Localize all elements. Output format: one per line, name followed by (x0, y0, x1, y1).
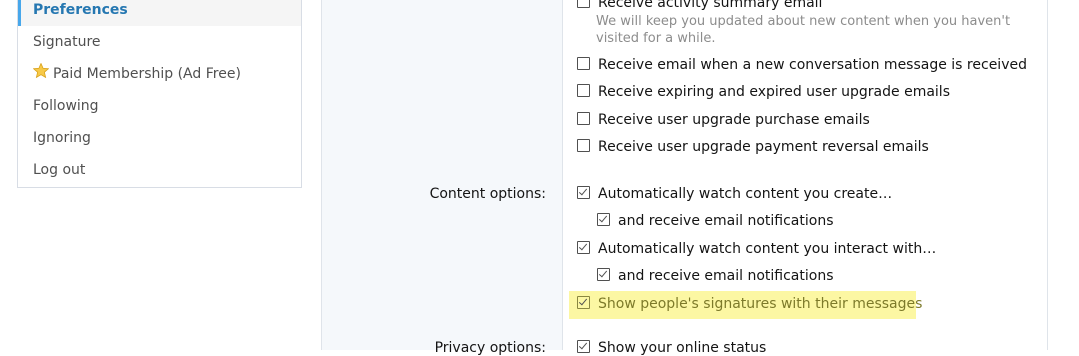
sidebar-item-label: Paid Membership (Ad Free) (53, 66, 241, 82)
sidebar-item-paid-membership[interactable]: Paid Membership (Ad Free) (18, 58, 301, 90)
watch-interact-email-checkbox[interactable]: and receive email notifications (597, 268, 833, 284)
option-label: Show your online status (598, 340, 767, 356)
sidebar-item-signature[interactable]: Signature (18, 26, 301, 58)
star-icon (32, 58, 50, 90)
option-label: Receive user upgrade purchase emails (598, 112, 870, 128)
upgrade-purchase-checkbox[interactable]: Receive user upgrade purchase emails (577, 112, 870, 128)
checkbox-icon (577, 0, 590, 8)
option-label: Receive user upgrade payment reversal em… (598, 139, 929, 155)
checkbox-icon (577, 186, 590, 199)
option-label: Receive email when a new conversation me… (598, 57, 1027, 73)
checkbox-icon (577, 57, 590, 70)
watch-create-checkbox[interactable]: Automatically watch content you create… (577, 186, 892, 202)
option-label: Receive activity summary email (598, 0, 823, 11)
option-label: Receive expiring and expired user upgrad… (598, 84, 950, 100)
watch-create-email-checkbox[interactable]: and receive email notifications (597, 213, 833, 229)
sidebar-item-preferences[interactable]: Preferences (18, 0, 301, 26)
form-right-border (1047, 0, 1048, 350)
checkbox-icon (597, 213, 610, 226)
account-sidebar: Preferences Signature Paid Membership (A… (17, 0, 302, 188)
expiring-upgrade-checkbox[interactable]: Receive expiring and expired user upgrad… (577, 84, 950, 100)
conversation-email-checkbox[interactable]: Receive email when a new conversation me… (577, 57, 1027, 73)
sidebar-item-following[interactable]: Following (18, 90, 301, 122)
activity-summary-hint: We will keep you updated about new conte… (596, 14, 1011, 46)
payment-reversal-checkbox[interactable]: Receive user upgrade payment reversal em… (577, 139, 929, 155)
checkbox-icon (577, 296, 590, 309)
checkbox-icon (577, 139, 590, 152)
checkbox-icon (577, 112, 590, 125)
content-options-label: Content options: (429, 186, 546, 202)
option-label: and receive email notifications (618, 268, 834, 284)
privacy-options-label: Privacy options: (434, 340, 546, 356)
watch-interact-checkbox[interactable]: Automatically watch content you interact… (577, 241, 936, 257)
sidebar-item-label: Log out (33, 162, 86, 178)
form-label-column (321, 0, 563, 350)
checkbox-icon (577, 84, 590, 97)
sidebar-item-log-out[interactable]: Log out (18, 154, 301, 186)
sidebar-item-label: Preferences (33, 2, 128, 18)
sidebar-item-label: Signature (33, 34, 101, 50)
checkbox-icon (577, 241, 590, 254)
option-label: and receive email notifications (618, 213, 834, 229)
option-label: Show people's signatures with their mess… (598, 296, 923, 312)
option-label: Automatically watch content you interact… (598, 241, 937, 257)
online-status-checkbox[interactable]: Show your online status (577, 340, 766, 356)
sidebar-item-ignoring[interactable]: Ignoring (18, 122, 301, 154)
sidebar-item-label: Following (33, 98, 99, 114)
sidebar-item-label: Ignoring (33, 130, 91, 146)
activity-summary-checkbox[interactable]: Receive activity summary email (577, 0, 822, 11)
option-label: Automatically watch content you create… (598, 186, 893, 202)
checkbox-icon (577, 340, 590, 353)
checkbox-icon (597, 268, 610, 281)
show-signatures-checkbox[interactable]: Show people's signatures with their mess… (577, 296, 922, 312)
